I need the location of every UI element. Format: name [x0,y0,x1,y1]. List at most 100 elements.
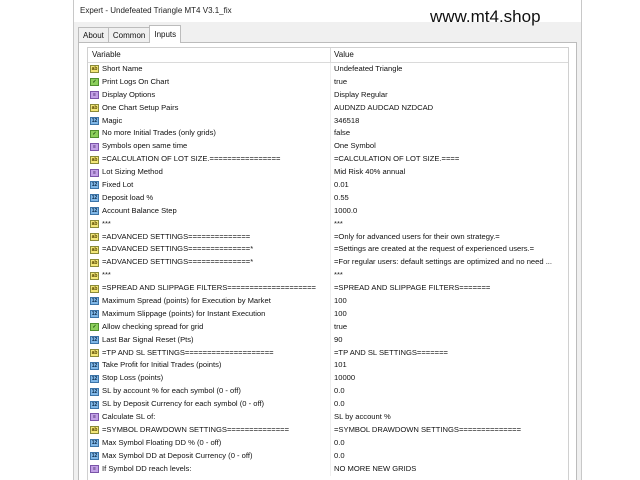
value-cell[interactable]: 0.0 [331,450,568,463]
variable-cell: 12 SL by account % for each symbol (0 - o… [88,385,331,399]
value-cell[interactable]: *** [331,269,568,282]
table-row[interactable]: ab One Chart Setup Pairs AUDNZD AUDCAD NZD… [88,101,568,115]
value-cell[interactable]: AUDNZD AUDCAD NZDCAD [331,102,568,115]
table-row[interactable]: ab *** *** [88,269,568,283]
table-row[interactable]: ≡ Calculate SL of: SL by account % [88,411,568,424]
table-row[interactable]: ✓ No more Initial Trades (only grids) fals… [88,127,568,141]
table-row[interactable]: ✓ Print Logs On Chart true [88,75,568,89]
table-row[interactable]: 12 SL by Deposit Currency for each symbol… [88,398,568,412]
variable-label: Print Logs On Chart [102,76,170,86]
value-cell[interactable]: Display Regular [331,89,568,102]
value-cell[interactable]: false [331,127,568,140]
table-row[interactable]: 12 Fixed Lot 0.01 [88,179,568,192]
table-row[interactable]: ab =SYMBOL DRAWDOWN SETTINGS=============… [88,423,568,437]
variable-label: =SPREAD AND SLIPPAGE FILTERS============… [102,283,316,293]
value-cell[interactable]: NO MORE NEW GRIDS [331,463,568,476]
variable-cell: ab =TP AND SL SETTINGS===================… [88,346,331,360]
variable-label: *** [102,218,111,228]
string-type-icon: ab [90,271,99,280]
value-cell[interactable]: 10000 [331,372,568,385]
value-cell[interactable]: 0.01 [331,179,568,192]
table-row[interactable]: ✓ Allow checking spread for grid true [88,320,568,334]
value-cell[interactable]: true [331,321,568,334]
number-type-icon: 12 [90,297,99,306]
variable-cell: ≡ Lot Sizing Method [88,166,331,180]
value-cell[interactable]: 0.0 [331,398,568,411]
table-row[interactable]: 12 Account Balance Step 1000.0 [88,204,568,218]
table-row[interactable]: ab Short Name Undefeated Triangle [88,63,568,76]
column-header-value[interactable]: Value [331,48,354,62]
value-cell[interactable]: =For regular users: default settings are… [331,256,568,269]
table-row[interactable]: ≡ Lot Sizing Method Mid Risk 40% annual [88,166,568,180]
value-cell[interactable]: 0.0 [331,437,568,450]
string-type-icon: ab [90,349,99,358]
variable-label: Symbols open same time [102,141,188,151]
value-cell[interactable]: 101 [331,359,568,372]
enum-type-icon: ≡ [90,413,99,422]
column-header-variable[interactable]: Variable [88,48,331,62]
value-cell[interactable]: SL by account % [331,411,568,424]
variable-cell: ab Short Name [88,63,331,76]
table-row[interactable]: ≡ Display Options Display Regular [88,88,568,102]
value-cell[interactable]: 346518 [331,115,568,128]
value-cell[interactable]: Undefeated Triangle [331,63,568,76]
boolean-type-icon: ✓ [90,129,99,138]
value-cell[interactable]: 0.55 [331,192,568,205]
table-row[interactable]: 12 SL by account % for each symbol (0 - o… [88,385,568,399]
table-row[interactable]: 12 Max Symbol DD at Deposit Currency (0 -… [88,449,568,463]
value-cell[interactable]: *** [331,218,568,231]
string-type-icon: ab [90,258,99,267]
table-row[interactable]: ab =SPREAD AND SLIPPAGE FILTERS==========… [88,282,568,296]
value-cell[interactable]: One Symbol [331,140,568,153]
value-cell[interactable]: 100 [331,295,568,308]
value-cell[interactable]: 1000.0 [331,205,568,218]
tab-about[interactable]: About [78,27,109,43]
value-cell[interactable]: =SPREAD AND SLIPPAGE FILTERS======= [331,282,568,295]
value-cell[interactable]: 0.0 [331,385,568,398]
value-cell[interactable]: =Settings are created at the request of … [331,243,568,256]
value-cell[interactable]: Mid Risk 40% annual [331,166,568,179]
table-row[interactable]: ab =TP AND SL SETTINGS===================… [88,346,568,360]
string-type-icon: ab [90,245,99,254]
tab-inputs[interactable]: Inputs [149,25,182,43]
value-cell[interactable]: 100 [331,308,568,321]
variable-label: *** [102,270,111,280]
table-row[interactable]: ab =ADVANCED SETTINGS============== =Only … [88,230,568,244]
table-row[interactable]: 12 Stop Loss (points) 10000 [88,372,568,386]
table-header: Variable Value [88,48,568,63]
value-cell[interactable]: =CALCULATION OF LOT SIZE.==== [331,153,568,166]
table-row[interactable]: 12 Maximum Slippage (points) for Instant … [88,307,568,321]
table-row[interactable]: ab =ADVANCED SETTINGS==============* =For … [88,256,568,270]
table-row[interactable]: 12 Take Profit for Initial Trades (points… [88,359,568,373]
variable-cell: 12 Magic [88,114,331,128]
table-body: ab Short Name Undefeated Triangle ✓ Print Lo… [88,63,568,476]
value-cell[interactable]: 90 [331,334,568,347]
enum-type-icon: ≡ [90,168,99,177]
enum-type-icon: ≡ [90,142,99,151]
value-cell[interactable]: =TP AND SL SETTINGS======= [331,347,568,360]
table-row[interactable]: 12 Magic 346518 [88,114,568,128]
variable-cell: 12 Maximum Slippage (points) for Instant … [88,307,331,321]
table-row[interactable]: ab =CALCULATION OF LOT SIZE.=============… [88,153,568,167]
variable-cell: ab =SPREAD AND SLIPPAGE FILTERS==========… [88,282,331,296]
boolean-type-icon: ✓ [90,323,99,332]
variable-cell: ab *** [88,269,331,283]
tab-common[interactable]: Common [107,27,151,43]
table-row[interactable]: 12 Deposit load % 0.55 [88,191,568,205]
variable-cell: ≡ Symbols open same time [88,140,331,154]
table-row[interactable]: 12 Max Symbol Floating DD % (0 - off) 0.0 [88,436,568,450]
variable-label: Max Symbol DD at Deposit Currency (0 - o… [102,450,253,460]
value-cell[interactable]: =SYMBOL DRAWDOWN SETTINGS============== [331,424,568,437]
table-row[interactable]: ab =ADVANCED SETTINGS==============* =Sett… [88,243,568,257]
string-type-icon: ab [90,104,99,113]
variable-label: Maximum Slippage (points) for Instant Ex… [102,308,266,318]
table-row[interactable]: 12 Last Bar Signal Reset (Pts) 90 [88,333,568,347]
value-cell[interactable]: =Only for advanced users for their own s… [331,231,568,244]
table-row[interactable]: 12 Maximum Spread (points) for Execution … [88,295,568,308]
table-row[interactable]: ≡ Symbols open same time One Symbol [88,140,568,154]
table-row[interactable]: ab *** *** [88,217,568,231]
variable-cell: 12 Take Profit for Initial Trades (points… [88,359,331,373]
table-row[interactable]: ≡ If Symbol DD reach levels: NO MORE NEW G… [88,462,568,476]
value-cell[interactable]: true [331,76,568,89]
variable-label: Display Options [102,89,156,99]
